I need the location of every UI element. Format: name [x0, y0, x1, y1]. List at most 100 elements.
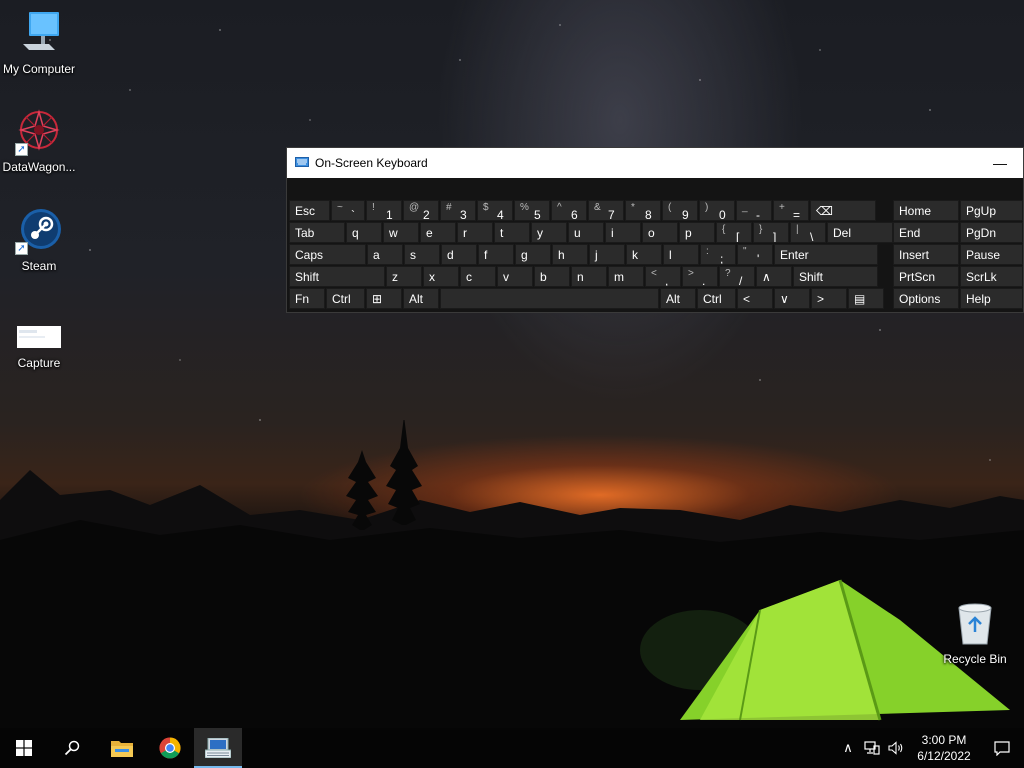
key-options[interactable]: Options [893, 288, 959, 309]
desktop-icon-steam[interactable]: ➚ Steam [0, 207, 78, 273]
key-caps[interactable]: Caps [289, 244, 366, 265]
key-end[interactable]: End [893, 222, 959, 243]
key-w[interactable]: w [383, 222, 419, 243]
key-t[interactable]: t [494, 222, 530, 243]
desktop-icon-recycle-bin[interactable]: Recycle Bin [936, 600, 1014, 666]
key-symbol[interactable]: < [737, 288, 773, 309]
key-esc[interactable]: Esc [289, 200, 330, 221]
key-m[interactable]: m [608, 266, 644, 287]
key-enter[interactable]: Enter [774, 244, 878, 265]
key-label: 1 [386, 208, 393, 221]
key-symbol[interactable]: ⊞ [366, 288, 402, 309]
key-fn[interactable]: Fn [289, 288, 325, 309]
key-k[interactable]: k [626, 244, 662, 265]
key-symbol[interactable]: | \ [790, 222, 826, 243]
key-pgdn[interactable]: PgDn [960, 222, 1023, 243]
key-space[interactable] [440, 288, 659, 309]
osk-title: On-Screen Keyboard [315, 156, 428, 170]
key-del[interactable]: Del [827, 222, 893, 243]
key-symbol[interactable]: ▤ [848, 288, 884, 309]
key-5[interactable]: % 5 [514, 200, 550, 221]
desktop-icon-capture[interactable]: Capture [0, 314, 78, 370]
key-shift[interactable]: Shift [793, 266, 878, 287]
key-ctrl[interactable]: Ctrl [326, 288, 365, 309]
desktop-icon-datawagon[interactable]: ➚ DataWagon... [0, 108, 78, 174]
key-4[interactable]: $4 [477, 200, 513, 221]
key-b[interactable]: b [534, 266, 570, 287]
key-n[interactable]: n [571, 266, 607, 287]
key-symbol[interactable]: <, [645, 266, 681, 287]
key-e[interactable]: e [420, 222, 456, 243]
key-7[interactable]: & 7 [588, 200, 624, 221]
taskbar-file-explorer[interactable] [98, 728, 146, 768]
key-shift[interactable]: Shift [289, 266, 385, 287]
key-h[interactable]: h [552, 244, 588, 265]
key-9[interactable]: (9 [662, 200, 698, 221]
key-symbol[interactable]: " ' [737, 244, 773, 265]
key-6[interactable]: ^ 6 [551, 200, 587, 221]
key-l[interactable]: l [663, 244, 699, 265]
key-symbol[interactable]: ? / [719, 266, 755, 287]
key-tab[interactable]: Tab [289, 222, 345, 243]
key-symbol[interactable]: + = [773, 200, 809, 221]
taskbar-on-screen-keyboard[interactable] [194, 728, 242, 768]
key-shift-label: { [722, 224, 726, 235]
key-o[interactable]: o [642, 222, 678, 243]
key-s[interactable]: s [404, 244, 440, 265]
key-ctrl[interactable]: Ctrl [697, 288, 736, 309]
key-z[interactable]: z [386, 266, 422, 287]
start-button[interactable] [0, 728, 48, 768]
minimize-button[interactable]: — [977, 148, 1023, 178]
key-u[interactable]: u [568, 222, 604, 243]
key-2[interactable]: @2 [403, 200, 439, 221]
key-symbol[interactable]: >. [682, 266, 718, 287]
key-prtscn[interactable]: PrtScn [893, 266, 959, 287]
key-j[interactable]: j [589, 244, 625, 265]
network-icon[interactable] [860, 728, 884, 768]
volume-icon[interactable] [884, 728, 908, 768]
taskbar-clock[interactable]: 3:00 PM 6/12/2022 [908, 732, 980, 764]
show-hidden-icons-chevron-icon[interactable]: ∧ [836, 728, 860, 768]
key-f[interactable]: f [478, 244, 514, 265]
key-symbol[interactable]: }] [753, 222, 789, 243]
on-screen-keyboard-window[interactable]: On-Screen Keyboard — Esc ~ `! 1 @2 #3 $4% 5 ^ 6 & 7… [286, 147, 1024, 313]
key-p[interactable]: p [679, 222, 715, 243]
key-symbol[interactable]: ∧ [756, 266, 792, 287]
key-x[interactable]: x [423, 266, 459, 287]
key-1[interactable]: ! 1 [366, 200, 402, 221]
key-scrlk[interactable]: ScrLk [960, 266, 1023, 287]
key-3[interactable]: #3 [440, 200, 476, 221]
key-c[interactable]: c [460, 266, 496, 287]
key-insert[interactable]: Insert [893, 244, 959, 265]
key-y[interactable]: y [531, 222, 567, 243]
key-0[interactable]: ) 0 [699, 200, 735, 221]
key-g[interactable]: g [515, 244, 551, 265]
desktop-icon-my-computer[interactable]: My Computer [0, 10, 78, 76]
key-home[interactable]: Home [893, 200, 959, 221]
key-q[interactable]: q [346, 222, 382, 243]
key-alt[interactable]: Alt [403, 288, 439, 309]
osk-titlebar[interactable]: On-Screen Keyboard — [287, 148, 1023, 178]
key-pause[interactable]: Pause [960, 244, 1023, 265]
key-pgup[interactable]: PgUp [960, 200, 1023, 221]
key-symbol[interactable]: {[ [716, 222, 752, 243]
key-symbol[interactable]: > [811, 288, 847, 309]
key-label: 2 [423, 208, 430, 221]
key-d[interactable]: d [441, 244, 477, 265]
key-symbol[interactable]: ~ ` [331, 200, 365, 221]
key-a[interactable]: a [367, 244, 403, 265]
taskbar-chrome[interactable] [146, 728, 194, 768]
key-8[interactable]: * 8 [625, 200, 661, 221]
key-shift-label: _ [742, 202, 748, 213]
key-r[interactable]: r [457, 222, 493, 243]
key-symbol[interactable]: ⌫ [810, 200, 876, 221]
action-center-button[interactable] [980, 728, 1024, 768]
key-symbol[interactable]: ∨ [774, 288, 810, 309]
key-symbol[interactable]: _ - [736, 200, 772, 221]
key-v[interactable]: v [497, 266, 533, 287]
key-alt[interactable]: Alt [660, 288, 696, 309]
key-help[interactable]: Help [960, 288, 1023, 309]
key-symbol[interactable]: :; [700, 244, 736, 265]
search-button[interactable] [48, 728, 96, 768]
key-i[interactable]: i [605, 222, 641, 243]
